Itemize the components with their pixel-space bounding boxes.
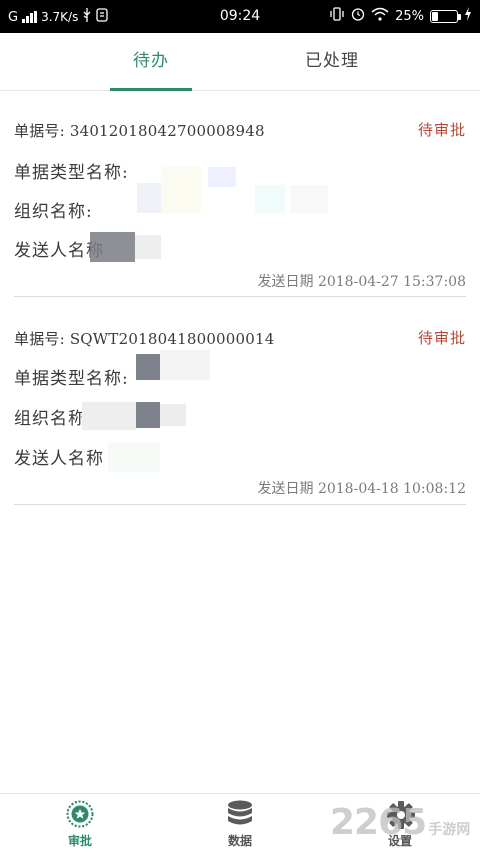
redaction-mask	[161, 167, 201, 213]
redaction-mask	[160, 350, 210, 380]
tab-processed-label: 已处理	[305, 51, 359, 71]
send-date-value: 2018-04-27 15:37:08	[317, 274, 466, 290]
doc-type-label: 单据类型名称:	[14, 163, 129, 183]
send-date-value: 2018-04-18 10:08:12	[317, 481, 466, 497]
alarm-icon	[351, 7, 365, 25]
tab-active-indicator	[110, 88, 192, 91]
redaction-mask	[108, 442, 160, 472]
approval-card[interactable]: 单据号: 340120180427000089​48 待审批 单据类型名称: 组…	[0, 107, 480, 297]
doc-type-label: 单据类型名称:	[14, 369, 129, 389]
tab-todo[interactable]: 待办	[110, 33, 192, 91]
send-date-label: 发送日期	[257, 481, 314, 497]
redaction-mask	[136, 354, 160, 380]
send-date: 发送日期 2018-04-18 10:08:12	[258, 478, 467, 498]
sender-label: 发送人名称	[14, 449, 104, 469]
nav-data[interactable]: 数据	[195, 794, 285, 853]
divider	[14, 504, 466, 505]
status-badge: 待审批	[417, 329, 466, 347]
wifi-icon	[371, 7, 389, 25]
battery-level	[432, 11, 438, 21]
watermark-suffix: 手游网	[428, 822, 471, 838]
redaction-mask	[208, 167, 236, 187]
redaction-mask	[137, 183, 161, 213]
nav-data-label: 数据	[227, 834, 252, 848]
send-date-label: 发送日期	[257, 274, 314, 290]
battery-icon	[430, 9, 461, 23]
battery-percent: 25%	[395, 8, 424, 24]
org-label: 组织名称:	[14, 409, 93, 429]
status-bar: G 3.7K/s 09:24 25%	[0, 0, 480, 33]
status-badge: 待审批	[417, 121, 466, 139]
redaction-mask	[290, 185, 328, 213]
redaction-mask	[90, 232, 135, 262]
database-icon	[228, 800, 252, 825]
redaction-mask	[135, 235, 161, 259]
charging-icon	[464, 7, 472, 25]
redaction-mask	[82, 402, 136, 430]
doc-number-row: 单据号: 340120180427000089​48	[14, 120, 265, 141]
tab-processed[interactable]: 已处理	[282, 33, 382, 91]
redaction-mask	[160, 404, 186, 426]
doc-number-row: 单据号: SQWT2018041800000014	[14, 328, 275, 349]
redaction-mask	[136, 402, 160, 428]
doc-number-value: 340120180427000089​48	[69, 122, 265, 140]
tab-bar: 待办 已处理	[0, 33, 480, 91]
doc-number-label: 单据号:	[14, 330, 70, 348]
approval-card[interactable]: 单据号: SQWT2018041800000014 待审批 单据类型名称: 组织…	[0, 312, 480, 505]
divider	[14, 296, 466, 297]
send-date: 发送日期 2018-04-27 15:37:08	[258, 271, 467, 291]
site-watermark: 2265 手游网	[330, 802, 470, 843]
doc-number-value: SQWT2018041800000014	[69, 330, 275, 348]
doc-number-label: 单据号:	[14, 122, 70, 140]
vibrate-icon	[329, 7, 345, 25]
redaction-mask	[255, 185, 285, 213]
nav-approve[interactable]: 审批	[35, 794, 125, 853]
org-label: 组织名称:	[14, 202, 93, 222]
nav-approve-label: 审批	[67, 834, 92, 848]
watermark-text: 2265	[330, 802, 427, 843]
approve-icon	[66, 800, 94, 828]
tab-todo-label: 待办	[133, 51, 169, 71]
